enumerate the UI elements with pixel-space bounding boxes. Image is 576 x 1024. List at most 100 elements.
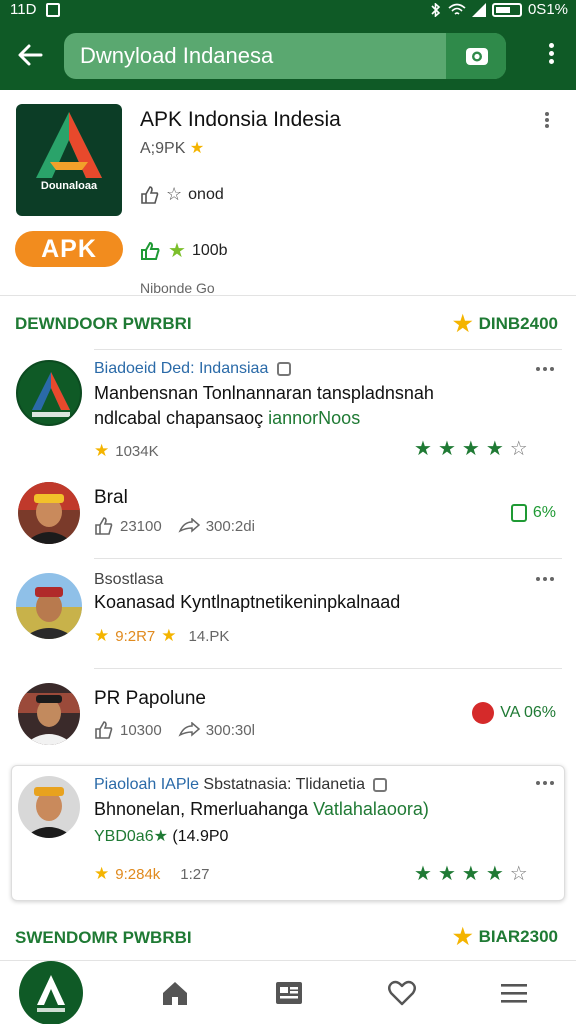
camera-icon bbox=[466, 48, 488, 65]
app-subtitle: A;9PK ★ bbox=[140, 138, 204, 158]
item-stat-2: 14.PK bbox=[188, 627, 230, 645]
overflow-menu-icon[interactable] bbox=[544, 40, 558, 70]
thumb-up-icon bbox=[141, 241, 160, 260]
person-photo bbox=[18, 776, 80, 838]
star-filled-icon[interactable]: ★ bbox=[486, 439, 504, 459]
apple-icon bbox=[472, 702, 495, 724]
avatar[interactable] bbox=[18, 683, 80, 745]
avatar[interactable] bbox=[16, 360, 82, 426]
list-item-header: Bsostlasa bbox=[94, 571, 164, 588]
nav-menu-icon[interactable] bbox=[499, 979, 529, 1007]
bluetooth-icon bbox=[431, 2, 441, 17]
section-title: DEWNDOOR PWRBRI bbox=[15, 314, 192, 333]
apk-badge: APK bbox=[15, 231, 123, 267]
item-stat-2: 300:2di bbox=[205, 517, 255, 535]
star-icon: ★ bbox=[94, 864, 110, 883]
app-logo-a bbox=[36, 112, 102, 178]
app-more-icon[interactable] bbox=[542, 110, 552, 130]
list-item-meta: ★ 9:284k 1:27 bbox=[94, 864, 210, 884]
app-info-row-2: ★ 100b bbox=[140, 238, 228, 263]
star-filled-icon[interactable]: ★ bbox=[414, 864, 432, 884]
list-item-title: Manbensnan Tonlnannaran tanspladnsnah bbox=[94, 383, 434, 403]
star-icon: ★ bbox=[189, 140, 205, 157]
star-icon: ★ bbox=[94, 626, 110, 645]
item-more-icon[interactable] bbox=[536, 577, 556, 585]
signal-icon bbox=[471, 2, 486, 17]
app-logo-a bbox=[37, 975, 65, 1012]
status-bar: 11D 0S1% bbox=[0, 0, 576, 20]
star-rating[interactable]: ★ ★ ★ ★ ☆ bbox=[414, 864, 528, 884]
item-badge: 6% bbox=[510, 504, 556, 522]
list-item-title: Koanasad Kyntlnaptnetikeninpkalnaad bbox=[94, 592, 401, 612]
app-note: Nibonde Go bbox=[140, 280, 215, 294]
share-icon bbox=[178, 722, 200, 737]
app-info-2: 100b bbox=[191, 241, 228, 259]
list-item-title: Bral bbox=[94, 487, 128, 508]
star-empty-icon[interactable]: ☆ bbox=[510, 864, 528, 884]
star-icon: ★ bbox=[161, 626, 177, 645]
list-item-subtitle: YBD0a6★ (14.9P0 bbox=[94, 826, 228, 846]
app-info-row-1: ☆ onod bbox=[140, 184, 224, 205]
section-count: ★ DINB2400 bbox=[453, 311, 558, 337]
nav-home-icon[interactable] bbox=[160, 979, 190, 1007]
item-header-text: Sbstatnasia: Tlidanetia bbox=[198, 776, 365, 793]
share-icon bbox=[178, 518, 200, 533]
thumb-up-outline-icon bbox=[95, 517, 113, 535]
person-photo bbox=[18, 482, 80, 544]
app-title: APK Indonsia Indesia bbox=[140, 108, 341, 131]
star-rating[interactable]: ★ ★ ★ ★ ☆ bbox=[414, 439, 528, 459]
battery-text: 0S1% bbox=[527, 1, 568, 18]
item-badge-text: VA 06% bbox=[500, 704, 556, 721]
star-outline-icon: ☆ bbox=[166, 184, 183, 204]
avatar[interactable] bbox=[18, 482, 80, 544]
list-item-meta: 10300 300:30l bbox=[94, 720, 255, 740]
person-photo bbox=[16, 573, 82, 639]
notification-icon bbox=[46, 2, 61, 17]
thumb-up-green-icon bbox=[510, 504, 527, 522]
avatar[interactable] bbox=[16, 573, 82, 639]
bottom-navigation bbox=[0, 960, 576, 1024]
item-stat-1: 9:284k bbox=[115, 865, 161, 883]
list-item-meta: 23100 300:2di bbox=[94, 516, 255, 536]
star-filled-icon[interactable]: ★ bbox=[438, 439, 456, 459]
item-title-highlight: Vatlahalaoora) bbox=[313, 799, 429, 819]
section-count: ★ BIAR2300 bbox=[453, 924, 558, 950]
app-info-1: onod bbox=[188, 185, 224, 203]
star-filled-icon[interactable]: ★ bbox=[486, 864, 504, 884]
back-arrow-icon[interactable] bbox=[12, 37, 48, 73]
list-item-header: Biadoeid Ded: Indansiaa bbox=[94, 360, 291, 378]
search-text: Dwnyload Indanesa bbox=[80, 43, 274, 68]
badge-icon bbox=[276, 361, 291, 376]
item-title-text: Bhnonelan, Rmerluahanga bbox=[94, 799, 314, 819]
star-filled-icon[interactable]: ★ bbox=[462, 439, 480, 459]
camera-search-button[interactable] bbox=[446, 33, 506, 79]
app-icon[interactable]: Dounaloaa bbox=[16, 104, 122, 216]
star-icon: ★ bbox=[452, 924, 473, 949]
nav-news-icon[interactable] bbox=[274, 979, 304, 1007]
star-filled-icon[interactable]: ★ bbox=[462, 864, 480, 884]
star-filled-icon[interactable]: ★ bbox=[414, 439, 432, 459]
item-more-icon[interactable] bbox=[536, 367, 556, 375]
item-header-highlight: Piaoloah IAPle bbox=[94, 776, 199, 793]
divider bbox=[94, 558, 562, 559]
nav-favorites-icon[interactable] bbox=[387, 979, 417, 1007]
thumb-up-outline-icon bbox=[141, 185, 159, 204]
nav-home-button[interactable] bbox=[19, 961, 83, 1024]
star-icon: ★ bbox=[452, 311, 473, 336]
divider bbox=[94, 349, 562, 350]
app-logo-a bbox=[32, 372, 70, 417]
avatar[interactable] bbox=[18, 776, 80, 838]
wifi-icon bbox=[448, 3, 466, 15]
battery-icon bbox=[491, 2, 522, 17]
star-filled-icon[interactable]: ★ bbox=[438, 864, 456, 884]
star-empty-icon[interactable]: ☆ bbox=[510, 439, 528, 459]
item-stat-2: 300:30l bbox=[205, 721, 255, 739]
item-more-icon[interactable] bbox=[536, 781, 556, 789]
list-item-header: Piaoloah IAPle Sbstatnasia: Tlidanetia bbox=[94, 776, 388, 794]
item-badge: VA 06% bbox=[472, 702, 556, 724]
search-field[interactable]: Dwnyload Indanesa bbox=[64, 33, 506, 79]
item-subtitle-text: ndlcabal chapansaoç bbox=[94, 408, 269, 428]
section-title: SWENDOMR PWBRBI bbox=[15, 928, 192, 947]
list-item-title: Bhnonelan, Rmerluahanga Vatlahalaoora) bbox=[94, 799, 429, 820]
list-item-subtitle: ndlcabal chapansaoç iannorNoos bbox=[94, 408, 360, 429]
